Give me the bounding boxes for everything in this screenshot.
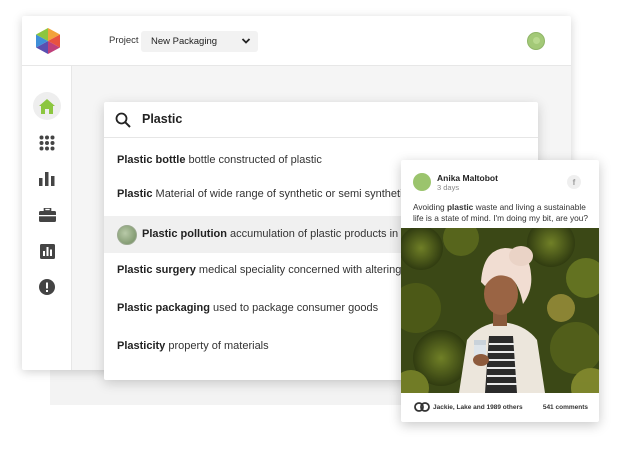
search-input[interactable]: Plastic <box>142 112 182 126</box>
result-description: property of materials <box>165 340 269 352</box>
social-post-card[interactable]: Anika Maltobot 3 days f Avoiding plastic… <box>401 160 599 422</box>
result-text: Plasticity property of materials <box>117 340 269 352</box>
user-avatar[interactable] <box>527 32 545 50</box>
post-text-start: Avoiding <box>413 202 447 212</box>
bar-chart-icon <box>39 172 55 186</box>
post-text-keyword: plastic <box>446 202 474 212</box>
post-author-avatar[interactable] <box>413 173 431 191</box>
result-text: Plastic packaging used to package consum… <box>117 302 378 314</box>
sidebar-item-home[interactable] <box>33 92 61 120</box>
facebook-icon: f <box>567 175 581 189</box>
result-description: medical speciality concerned with alteri… <box>195 264 402 276</box>
comments-count[interactable]: 541 comments <box>543 404 588 411</box>
result-description: accumulation of plastic products in the <box>226 228 417 240</box>
sidebar-item-analytics[interactable] <box>33 165 61 193</box>
search-bar[interactable]: Plastic <box>104 102 538 138</box>
reactions-icon <box>414 402 430 412</box>
result-text: Plastic surgery medical speciality conce… <box>117 264 401 276</box>
result-term: Plastic <box>117 188 153 200</box>
result-term: Plastic packaging <box>117 302 210 314</box>
home-icon <box>39 98 55 114</box>
result-term: Plastic bottle <box>117 154 186 166</box>
app-header: Project New Packaging <box>22 16 571 66</box>
sidebar-item-projects[interactable] <box>33 201 61 229</box>
alert-icon <box>39 279 55 295</box>
post-author[interactable]: Anika Maltobot <box>437 173 498 183</box>
apps-grid-icon <box>39 135 55 151</box>
post-footer: Jackie, Lake and 1989 others 541 comment… <box>401 393 599 422</box>
result-description: used to package consumer goods <box>209 302 379 314</box>
result-text: Plastic Material of wide range of synthe… <box>117 188 408 200</box>
result-term: Plastic pollution <box>142 228 227 240</box>
sidebar-item-apps[interactable] <box>33 129 61 157</box>
project-select-value: New Packaging <box>151 36 218 47</box>
search-icon <box>115 112 131 128</box>
briefcase-icon <box>38 208 56 222</box>
result-term: Plastic surgery <box>117 264 196 276</box>
sidebar-item-reports[interactable] <box>33 237 61 265</box>
post-time: 3 days <box>437 183 460 192</box>
post-text: Avoiding plastic waste and living a sust… <box>413 202 591 224</box>
result-description: bottle constructed of plastic <box>185 154 322 166</box>
result-text: Plastic pollution accumulation of plasti… <box>142 228 417 240</box>
post-photo[interactable] <box>401 228 599 393</box>
app-logo-icon <box>36 28 60 54</box>
project-select[interactable]: New Packaging <box>141 31 258 52</box>
project-label: Project <box>109 35 139 46</box>
result-description: Material of wide range of synthetic or s… <box>152 188 409 200</box>
result-term: Plasticity <box>117 340 166 352</box>
chevron-down-icon <box>241 38 251 44</box>
sidebar-item-alerts[interactable] <box>33 273 61 301</box>
result-thumbnail <box>117 225 137 245</box>
report-icon <box>39 243 55 259</box>
reactions-count[interactable]: Jackie, Lake and 1989 others <box>433 404 523 411</box>
result-text: Plastic bottle bottle constructed of pla… <box>117 154 322 166</box>
sidebar <box>22 66 72 370</box>
